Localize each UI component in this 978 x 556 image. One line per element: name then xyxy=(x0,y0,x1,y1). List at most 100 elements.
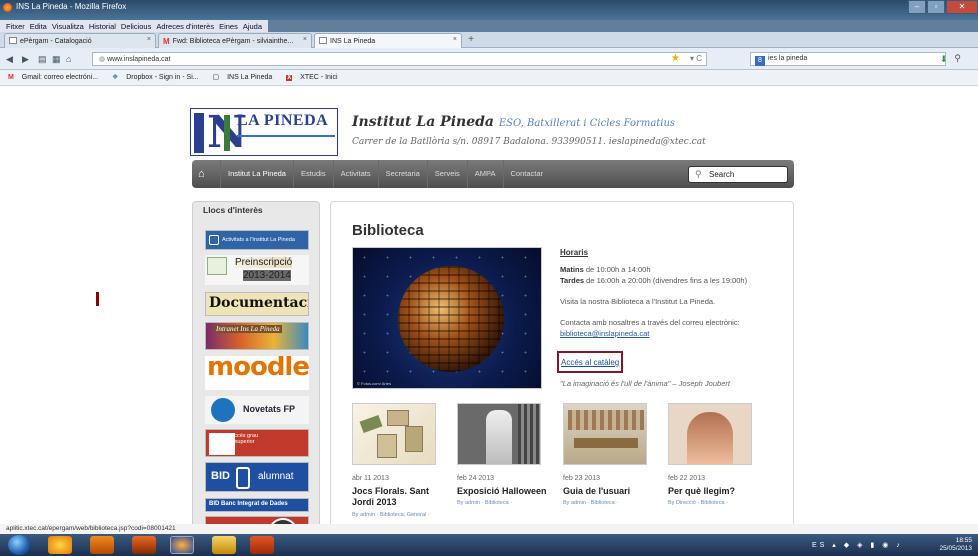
window-title: INS La Pineda - Mozilla Firefox xyxy=(16,2,127,11)
banner-novetats-fp[interactable]: Novetats FP xyxy=(205,396,309,424)
tardes-label: Tardes xyxy=(560,276,585,285)
post-meta: By admin · Biblioteca · xyxy=(457,500,513,506)
menu-historial[interactable]: Historial xyxy=(89,22,116,31)
explorer-icon[interactable] xyxy=(212,536,236,554)
system-tray-icons[interactable]: ES ▴ ◆ ◈ ▮ ◉ ♪ xyxy=(812,541,903,549)
school-logo[interactable]: N LA PINEDA xyxy=(190,108,338,157)
post-title-link[interactable]: Guia de l'usuari xyxy=(563,486,663,497)
reload-icon[interactable]: ▾ C xyxy=(690,54,702,63)
language-indicator[interactable]: ES xyxy=(812,542,827,549)
bookmarks-icon[interactable]: ▤ xyxy=(38,54,47,65)
contact-text: Contacta amb nosaltres a través del corr… xyxy=(560,318,740,327)
menu-ajuda[interactable]: Ajuda xyxy=(243,22,262,31)
post-title-link[interactable]: Exposició Halloween xyxy=(457,486,557,497)
banner-proves-acces[interactable]: proves d'accés grau mitjà grau superior xyxy=(205,429,309,457)
forward-icon[interactable]: ▶ xyxy=(22,54,29,65)
home-icon[interactable]: ⌂ xyxy=(198,168,220,180)
bookmark-ins-la-pineda[interactable]: ▢ INS La Pineda xyxy=(213,74,279,81)
banner-label: Preinscripció xyxy=(235,257,293,268)
post-meta: By Direcció · Biblioteca · xyxy=(668,500,728,506)
banner-label: Documentació xyxy=(209,295,308,311)
bookmark-dropbox[interactable]: ❖ Dropbox - Sign in - Si... xyxy=(112,74,205,81)
bookmark-xtec[interactable]: X XTEC - Inici xyxy=(286,74,343,81)
chrome-icon[interactable] xyxy=(48,536,72,554)
close-window-button[interactable]: ✕ xyxy=(946,0,978,14)
site-search-input[interactable]: ⚲ Search xyxy=(688,166,788,183)
start-button-icon[interactable] xyxy=(8,535,30,555)
banner-documentacio[interactable]: Documentació xyxy=(205,292,309,316)
page-icon xyxy=(319,37,327,44)
browser-search-box[interactable]: 8 ies la pineda ⚲ xyxy=(750,52,961,66)
search-engine-value: ies la pineda xyxy=(768,55,808,62)
menu-adreces[interactable]: Adreces d'interès xyxy=(156,22,214,31)
catalog-link[interactable]: Accés al catàleg xyxy=(557,351,623,373)
close-tab-icon[interactable]: × xyxy=(453,36,457,43)
nav-ampa[interactable]: AMPA xyxy=(466,160,503,188)
banner-bid-alumnat[interactable]: BID alumnat xyxy=(205,462,309,492)
tab-label: ePèrgam - Catalogació xyxy=(20,38,92,45)
library-email-link[interactable]: biblioteca@inslapineda.cat xyxy=(560,329,649,338)
history-icon[interactable]: ▦ xyxy=(52,54,61,65)
sidebar-heading: Llocs d'interès xyxy=(203,205,263,215)
search-placeholder: Search xyxy=(709,170,735,179)
search-icon[interactable]: ⚲ xyxy=(954,53,961,64)
window-titlebar: INS La Pineda - Mozilla Firefox – ▫ ✕ xyxy=(0,0,978,20)
clock[interactable]: 18:55 25/05/2013 xyxy=(939,537,972,553)
nav-contactar[interactable]: Contactar xyxy=(502,160,551,188)
close-tab-icon[interactable]: × xyxy=(147,36,151,43)
post-thumbnail-per-que-llegim[interactable] xyxy=(668,403,752,465)
sidebar: Llocs d'interès Activitats a l'Institut … xyxy=(192,201,320,536)
powerpoint-icon[interactable] xyxy=(250,536,274,554)
page-icon: ▢ xyxy=(212,74,222,81)
firefox-taskbar-icon[interactable] xyxy=(170,536,194,554)
menu-visualitza[interactable]: Visualitza xyxy=(52,22,84,31)
library-info: Horaris Matins de 10:00h a 14:00h Tardes… xyxy=(560,247,780,339)
windows-taskbar: ES ▴ ◆ ◈ ▮ ◉ ♪ 18:55 25/05/2013 xyxy=(0,534,978,556)
matins-label: Matins xyxy=(560,265,584,274)
menu-fitxer[interactable]: Fitxer xyxy=(6,22,25,31)
post-thumbnail-jocs-florals[interactable] xyxy=(352,403,436,465)
close-tab-icon[interactable]: × xyxy=(303,36,307,43)
post-thumbnail-guia[interactable] xyxy=(563,403,647,465)
back-icon[interactable]: ◀ xyxy=(6,54,13,65)
post-meta: By admin · Biblioteca, General · xyxy=(352,512,430,518)
google-icon[interactable]: 8 xyxy=(755,56,765,66)
nav-institut[interactable]: Institut La Pineda xyxy=(220,160,293,188)
download-icon[interactable]: ⬇ xyxy=(940,54,948,65)
bookmark-label: XTEC - Inici xyxy=(300,74,338,81)
nav-secretaria[interactable]: Secretaria xyxy=(377,160,427,188)
menu-delicious[interactable]: Delicious xyxy=(121,22,151,31)
post-title-link[interactable]: Jocs Florals. Sant Jordi 2013 xyxy=(352,486,447,508)
url-bar[interactable]: ◍ www.inslapineda.cat ★ ▾ C xyxy=(92,52,707,66)
tab-epergam[interactable]: ePèrgam - Catalogació × xyxy=(4,33,156,48)
vlc-icon[interactable] xyxy=(90,536,114,554)
site-address: Carrer de la Batllòria s/n. 08917 Badalo… xyxy=(352,137,706,147)
banner-bid-dades[interactable]: BID Banc Integrat de Dades xyxy=(205,498,309,512)
nav-activitats[interactable]: Activitats xyxy=(332,160,378,188)
bookmark-label: Gmail: correo electróni... xyxy=(21,74,99,81)
new-tab-button[interactable]: + xyxy=(464,34,478,46)
banner-moodle[interactable]: moodle xyxy=(205,356,309,390)
logo-sidebar xyxy=(194,113,204,153)
tab-gmail[interactable]: M Fwd: Biblioteca ePèrgam - silviainthe..… xyxy=(158,33,312,48)
home-icon[interactable]: ⌂ xyxy=(66,54,71,64)
bookmark-star-icon[interactable]: ★ xyxy=(671,53,680,64)
site-identity-icon[interactable]: ◍ xyxy=(99,56,107,63)
media-icon[interactable] xyxy=(132,536,156,554)
bookmark-gmail[interactable]: M Gmail: correo electróni... xyxy=(8,74,104,81)
tools-icon xyxy=(209,433,235,455)
menu-eines[interactable]: Eines xyxy=(219,22,238,31)
status-bar: aplitic.xtec.cat/epergam/web/biblioteca.… xyxy=(0,524,978,534)
nav-serveis[interactable]: Serveis xyxy=(426,160,467,188)
post-thumbnail-halloween[interactable] xyxy=(457,403,541,465)
maximize-button[interactable]: ▫ xyxy=(927,0,945,14)
banner-preinscripcio[interactable]: Preinscripció 2013-2014 xyxy=(205,255,309,285)
menu-edita[interactable]: Edita xyxy=(30,22,47,31)
minimize-button[interactable]: – xyxy=(908,0,926,14)
post-title-link[interactable]: Per què llegim? xyxy=(668,486,768,497)
tab-ins-la-pineda[interactable]: INS La Pineda × xyxy=(314,33,462,48)
nav-estudis[interactable]: Estudis xyxy=(292,160,333,188)
banner-intranet[interactable]: Intranet Ins La Pineda xyxy=(205,322,309,350)
banner-activitats[interactable]: Activitats a l'Institut La Pineda xyxy=(205,230,309,250)
activities-icon xyxy=(209,235,219,245)
